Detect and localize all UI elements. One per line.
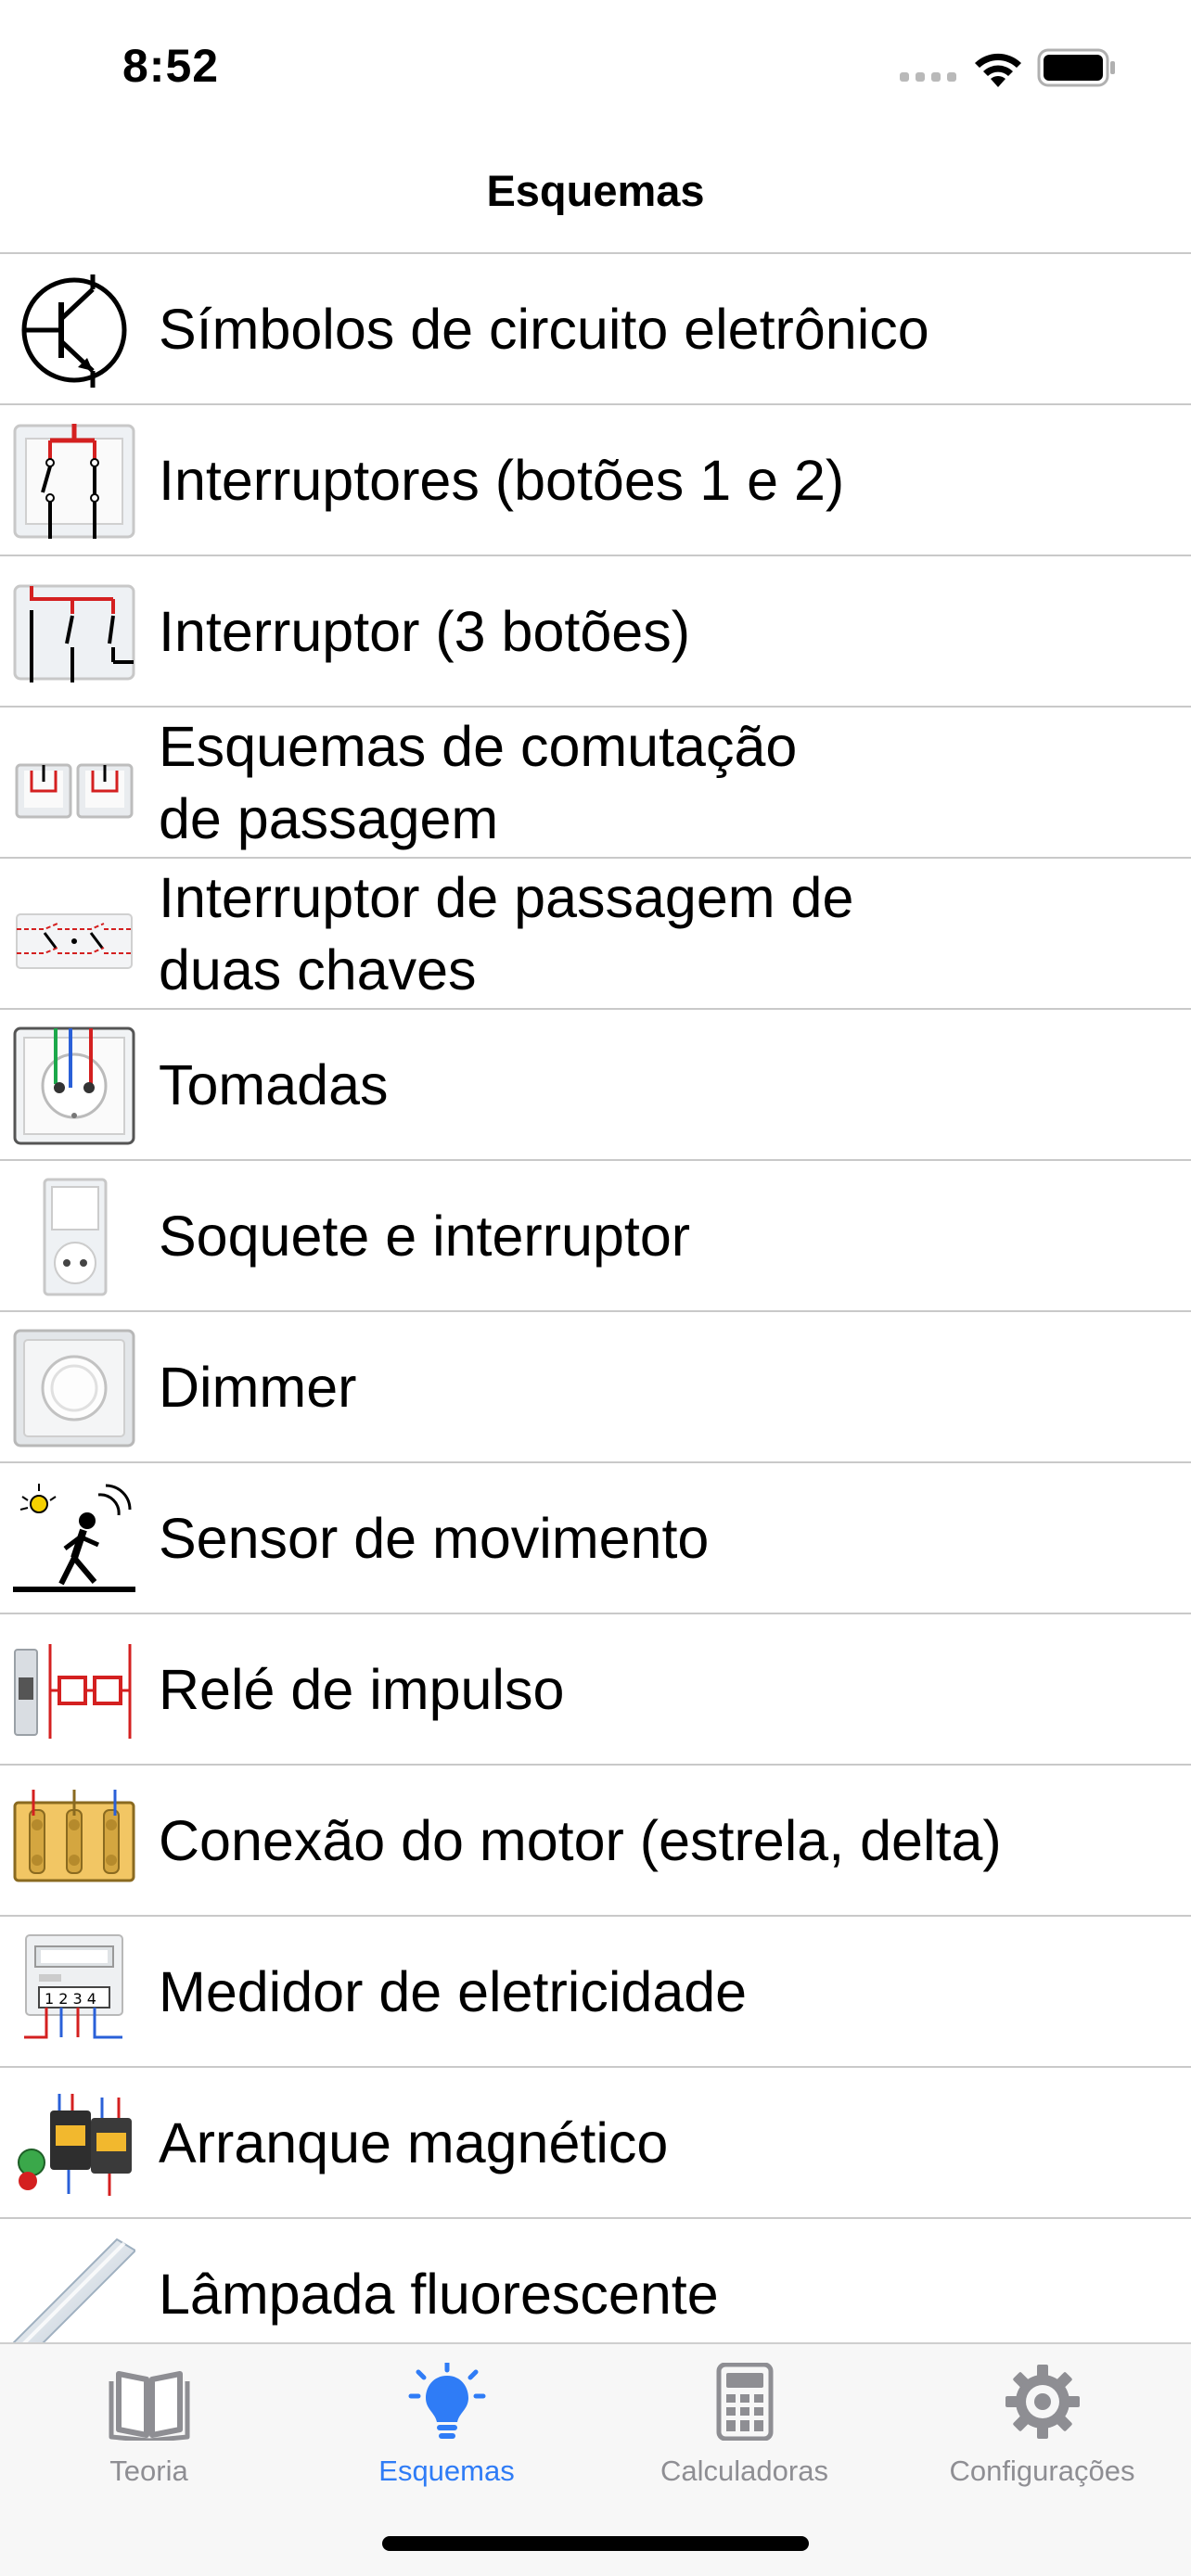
- impulse-relay-icon: [13, 1631, 135, 1750]
- list-item[interactable]: Esquemas de comutação de passagem: [0, 708, 1191, 859]
- list-item[interactable]: Símbolos de circuito eletrônico: [0, 254, 1191, 405]
- schemes-list[interactable]: Símbolos de circuito eletrônico Interrup…: [0, 254, 1191, 2342]
- list-item[interactable]: Sensor de movimento: [0, 1463, 1191, 1614]
- list-item[interactable]: Conexão do motor (estrela, delta): [0, 1766, 1191, 1917]
- list-item-label: Tomadas: [159, 1052, 389, 1116]
- switch-two-buttons-icon: [13, 422, 135, 541]
- tab-bar: Teoria Esquemas Calculadoras Configuraçõ…: [0, 2342, 1191, 2576]
- pass-through-switch-icon: [13, 724, 135, 843]
- svg-text:1 2 3 4: 1 2 3 4: [45, 1990, 96, 2008]
- list-item-label: Dimmer: [159, 1355, 357, 1419]
- list-item-label: Sensor de movimento: [159, 1506, 710, 1570]
- status-time: 8:52: [122, 40, 220, 92]
- list-item-label: Interruptor (3 botões): [159, 599, 691, 663]
- list-item[interactable]: Lâmpada fluorescente: [0, 2219, 1191, 2342]
- list-item-label: Arranque magnético: [159, 2111, 669, 2174]
- tab-label: Calculadoras: [660, 2455, 828, 2487]
- list-item[interactable]: Relé de impulso: [0, 1614, 1191, 1766]
- list-item-label: Medidor de eletricidade: [159, 1959, 748, 2023]
- book-icon: [108, 2363, 191, 2443]
- list-item[interactable]: Dimmer: [0, 1312, 1191, 1463]
- tab-teoria[interactable]: Teoria: [0, 2363, 298, 2502]
- lightbulb-icon: [405, 2360, 489, 2441]
- double-pass-switch-icon: [13, 875, 135, 994]
- home-indicator: [382, 2536, 809, 2551]
- calculator-icon: [703, 2362, 787, 2442]
- socket-switch-icon: [13, 1178, 135, 1296]
- navigation-bar: Esquemas: [0, 139, 1191, 254]
- tab-label: Configurações: [949, 2455, 1135, 2487]
- list-item[interactable]: Tomadas: [0, 1010, 1191, 1161]
- socket-icon: [13, 1027, 135, 1145]
- list-item[interactable]: Soquete e interruptor: [0, 1161, 1191, 1312]
- list-item[interactable]: Interruptores (botões 1 e 2): [0, 405, 1191, 556]
- motion-sensor-icon: [13, 1480, 135, 1599]
- electricity-meter-icon: 1 2 3 4: [13, 1933, 135, 2052]
- tab-esquemas[interactable]: Esquemas: [298, 2360, 596, 2502]
- list-item[interactable]: 1 2 3 4 Medidor de eletricidade: [0, 1917, 1191, 2068]
- list-item[interactable]: Interruptor de passagem de duas chaves: [0, 859, 1191, 1010]
- switch-three-buttons-icon: [13, 573, 135, 692]
- tab-label: Teoria: [109, 2455, 188, 2487]
- wifi-icon: [970, 46, 1026, 89]
- list-item-label: Lâmpada fluorescente: [159, 2262, 719, 2326]
- magnetic-starter-icon: [13, 2085, 135, 2203]
- list-item-label: Interruptor de passagem de duas chaves: [159, 865, 854, 1001]
- list-item[interactable]: Interruptor (3 botões): [0, 556, 1191, 708]
- fluorescent-lamp-icon: [13, 2236, 135, 2342]
- cellular-signal-icon: [900, 72, 957, 82]
- page-title: Esquemas: [486, 166, 705, 215]
- dimmer-icon: [13, 1329, 135, 1447]
- list-item-label: Relé de impulso: [159, 1657, 565, 1721]
- battery-icon: [1037, 48, 1117, 87]
- list-item[interactable]: Arranque magnético: [0, 2068, 1191, 2219]
- list-item-label: Conexão do motor (estrela, delta): [159, 1808, 1002, 1872]
- tab-configuracoes[interactable]: Configurações: [893, 2363, 1191, 2502]
- motor-connection-icon: [13, 1782, 135, 1901]
- list-item-label: Símbolos de circuito eletrônico: [159, 297, 929, 361]
- tab-label: Esquemas: [378, 2455, 515, 2487]
- list-item-label: Esquemas de comutação de passagem: [159, 714, 798, 850]
- transistor-symbol-icon: [13, 271, 135, 389]
- list-item-label: Soquete e interruptor: [159, 1204, 691, 1268]
- tab-calculadoras[interactable]: Calculadoras: [596, 2362, 893, 2502]
- gear-icon: [1001, 2363, 1084, 2441]
- status-bar: 8:52: [0, 0, 1191, 139]
- list-item-label: Interruptores (botões 1 e 2): [159, 448, 845, 512]
